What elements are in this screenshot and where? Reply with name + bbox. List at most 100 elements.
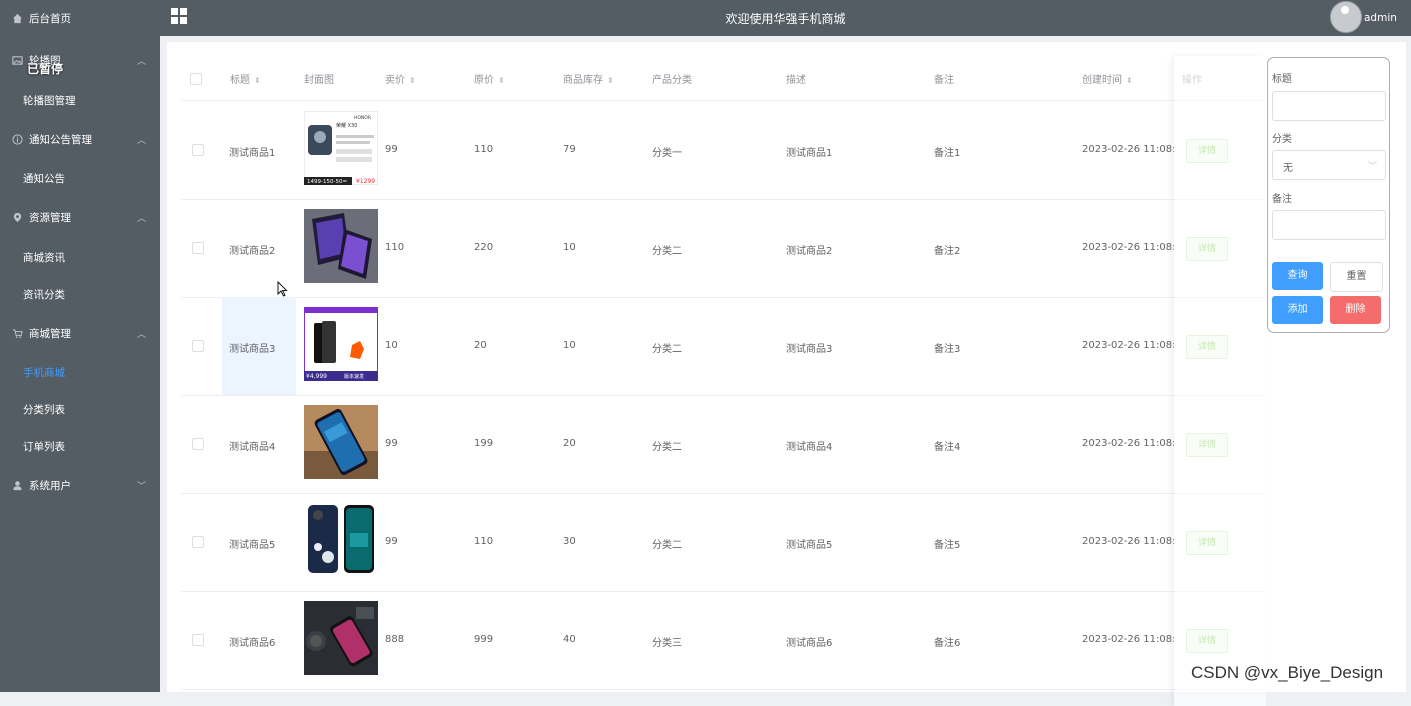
cell-orig-price: 199: [474, 438, 494, 449]
table-row[interactable]: 测试商品2 110 220 10 分类二 测试商品2 备注2 2023-02-26 11:08…: [181, 199, 1266, 298]
sidebar-item-resource[interactable]: 资源管理 ︿: [0, 199, 160, 236]
header-created-col[interactable]: 创建时间 ⬍: [1082, 71, 1133, 86]
table-row[interactable]: 测试商品6 888 999 40 分类三 测试商品6 备注6 2023-02-26 11:08…: [181, 591, 1266, 690]
delete-button[interactable]: 删除: [1330, 296, 1381, 324]
sidebar-item-label: 商城管理: [29, 328, 71, 340]
select-all-checkbox[interactable]: [190, 73, 202, 85]
cell-stock: 30: [563, 536, 576, 547]
sidebar-item-label: 商城资讯: [23, 252, 65, 264]
cell-remark: 备注3: [934, 344, 961, 355]
cell-desc: 测试商品3: [786, 344, 833, 355]
sidebar-item-label: 通知公告: [23, 173, 65, 185]
cell-price: 10: [385, 340, 398, 351]
chevron-up-icon: ︿: [136, 214, 146, 224]
sort-icon[interactable]: ⬍: [254, 76, 261, 85]
cell-orig-price: 220: [474, 242, 494, 253]
header-stock-col[interactable]: 商品库存 ⬍: [563, 71, 614, 86]
sidebar-item-phone-mall[interactable]: 手机商城: [0, 354, 160, 391]
table-row[interactable]: 测试商品5 99 110 30 分类二 测试商品5 备注5 2023-02-26 11:08:…: [181, 493, 1266, 592]
row-checkbox[interactable]: [192, 634, 204, 646]
avatar[interactable]: [1330, 1, 1362, 33]
cell-price: 110: [385, 242, 405, 253]
sidebar-item-notice[interactable]: 通知公告管理 ︿: [0, 121, 160, 158]
cell-price: 99: [385, 536, 398, 547]
svg-text:荣耀 X30: 荣耀 X30: [336, 122, 357, 129]
row-checkbox[interactable]: [192, 340, 204, 352]
home-icon: [12, 13, 23, 24]
header-label: 创建时间: [1082, 75, 1122, 86]
cell-desc: 测试商品2: [786, 246, 833, 257]
header-label: 标题: [230, 75, 250, 86]
chevron-down-icon: ﹀: [1367, 162, 1377, 172]
cell-remark: 备注4: [934, 442, 961, 453]
sidebar-item-news-category[interactable]: 资讯分类: [0, 276, 160, 313]
cover-image: [304, 405, 378, 479]
sort-icon[interactable]: ⬍: [1126, 76, 1133, 85]
info-icon: [12, 134, 23, 145]
query-button[interactable]: 查询: [1272, 262, 1323, 290]
reset-button[interactable]: 重置: [1330, 262, 1383, 292]
sidebar-item-label: 轮播图管理: [23, 95, 76, 107]
add-button[interactable]: 添加: [1272, 296, 1323, 324]
header-price-col[interactable]: 卖价 ⬍: [385, 71, 416, 86]
table-row[interactable]: 测试商品3 ¥4,999 版本速发 10 20 10 分类二 测试商品3 备注3 2023-02-…: [181, 297, 1266, 396]
sidebar-item-notice-list[interactable]: 通知公告: [0, 160, 160, 197]
sort-icon[interactable]: ⬍: [409, 76, 416, 85]
cell-orig-price: 20: [474, 340, 487, 351]
cell-desc: 测试商品5: [786, 540, 833, 551]
filter-remark-input[interactable]: [1272, 210, 1386, 240]
cell-created: 2023-02-26 11:08:55: [1082, 634, 1174, 645]
cell-stock: 79: [563, 144, 576, 155]
sidebar-item-order-list[interactable]: 订单列表: [0, 428, 160, 465]
chevron-up-icon: ︿: [136, 136, 146, 146]
header-category-col: 产品分类: [652, 71, 692, 86]
sidebar-item-category-list[interactable]: 分类列表: [0, 391, 160, 428]
cell-orig-price: 110: [474, 144, 494, 155]
filter-title-input[interactable]: [1272, 91, 1386, 121]
cell-title: 测试商品5: [229, 540, 276, 551]
username[interactable]: admin: [1364, 12, 1397, 24]
cell-price: 888: [385, 634, 405, 645]
sort-icon[interactable]: ⬍: [607, 76, 614, 85]
header-label: 产品分类: [652, 75, 692, 86]
cell-title: 测试商品6: [229, 638, 276, 649]
header-cover-col: 封面图: [304, 71, 334, 86]
row-checkbox[interactable]: [192, 144, 204, 156]
top-header: 欢迎使用华强手机商城 admin: [160, 0, 1411, 36]
cover-image: [304, 601, 378, 675]
sidebar-item-mall[interactable]: 商城管理 ︿: [0, 315, 160, 352]
cell-remark: 备注5: [934, 540, 961, 551]
row-checkbox[interactable]: [192, 438, 204, 450]
filter-category-label: 分类: [1272, 134, 1292, 145]
location-icon: [13, 212, 22, 223]
header-orig-price-col[interactable]: 原价 ⬍: [474, 71, 505, 86]
user-icon: [13, 481, 22, 491]
header-label: 卖价: [385, 75, 405, 86]
header-desc-col: 描述: [786, 71, 806, 86]
cell-desc: 测试商品6: [786, 638, 833, 649]
row-checkbox[interactable]: [192, 536, 204, 548]
sidebar-item-carousel[interactable]: 轮播图 ︿: [0, 42, 160, 79]
watermark: CSDN @vx_Biye_Design: [1191, 663, 1384, 682]
sidebar-item-label: 订单列表: [23, 441, 65, 453]
sidebar-item-carousel-manage[interactable]: 轮播图管理: [0, 82, 160, 119]
cell-price: 99: [385, 144, 398, 155]
header-title-col[interactable]: 标题 ⬍: [230, 71, 261, 86]
sidebar-item-users[interactable]: 系统用户 ﹀: [0, 467, 160, 504]
cover-image: [304, 209, 378, 283]
filter-category-select[interactable]: 无 ﹀: [1272, 150, 1386, 180]
sidebar: 后台首页 轮播图 ︿ 已暂停 轮播图管理 通知公告管理 ︿ 通知公告 资源管理 …: [0, 0, 160, 692]
sort-icon[interactable]: ⬍: [498, 76, 505, 85]
sidebar-item-news[interactable]: 商城资讯: [0, 239, 160, 276]
cell-desc: 测试商品4: [786, 442, 833, 453]
table-row[interactable]: 测试商品4 99 199 20 分类二 测试商品4 备注4 2023-02-26 11:08:…: [181, 395, 1266, 494]
row-checkbox[interactable]: [192, 242, 204, 254]
header-label: 封面图: [304, 75, 334, 86]
header-label: 描述: [786, 75, 806, 86]
table-row[interactable]: 测试商品1 1499-150-50= ¥1299 HONOR 荣耀 X30 99 110 79…: [181, 101, 1266, 200]
filter-remark-label: 备注: [1272, 194, 1292, 205]
chevron-down-icon: ﹀: [136, 482, 146, 492]
header-label: 原价: [474, 75, 494, 86]
image-icon: [12, 56, 23, 65]
sidebar-item-home[interactable]: 后台首页: [0, 0, 160, 37]
